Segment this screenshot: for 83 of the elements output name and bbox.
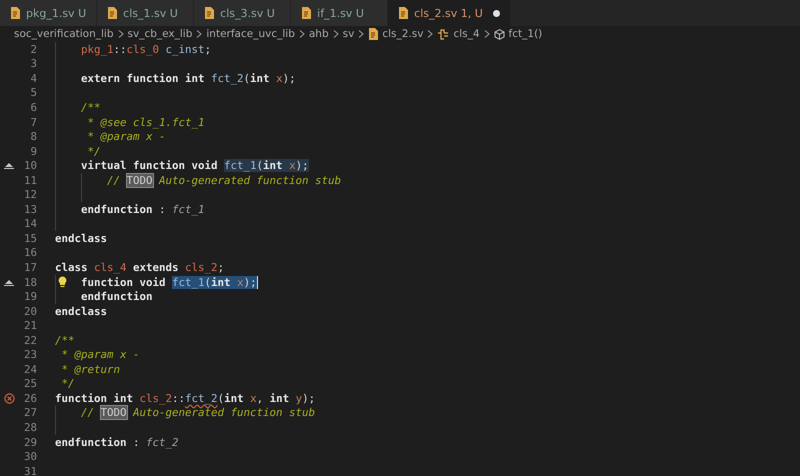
override-icon[interactable] <box>4 162 14 170</box>
code-line: * @param x - <box>60 347 140 362</box>
line-number: 26 <box>24 392 37 405</box>
code-line: endclass <box>55 304 108 318</box>
code-line: * @param x - <box>86 129 166 144</box>
breadcrumb-item[interactable]: cls_4 <box>453 28 480 40</box>
file-icon <box>368 28 378 40</box>
line-number: 30 <box>24 450 37 464</box>
file-icon <box>107 7 118 19</box>
code-line: endfunction : fct_1 <box>80 202 205 217</box>
code-line: endfunction : fct_2 <box>55 434 179 450</box>
line-number: 17 <box>24 260 37 274</box>
class-icon <box>437 28 450 40</box>
breadcrumb-item[interactable]: interface_uvc_lib <box>206 28 295 40</box>
line-number: 4 <box>30 72 37 85</box>
breadcrumb-item[interactable]: soc_verification_lib <box>14 28 114 40</box>
line-number: 21 <box>24 319 37 332</box>
chevron-right-icon <box>332 30 339 38</box>
line-number: 15 <box>24 232 37 245</box>
lightbulb-icon[interactable] <box>58 276 67 288</box>
editor-tab[interactable]: if_1.sv U <box>291 0 388 26</box>
code-line: */ <box>86 144 101 158</box>
file-icon <box>398 7 408 19</box>
chevron-right-icon <box>484 30 490 38</box>
code-line: function int cls_2::fct_2(int x, int y); <box>55 391 316 406</box>
file-icon <box>301 7 312 19</box>
line-number: 5 <box>30 86 37 100</box>
line-number: 25 <box>24 377 37 390</box>
line-number: 22 <box>24 334 37 347</box>
line-number: 19 <box>24 290 37 304</box>
line-number: 16 <box>24 246 37 260</box>
chevron-right-icon <box>118 30 124 38</box>
line-number: 10 <box>24 159 37 172</box>
code-line: extern function int fct_2(int x); <box>80 71 296 86</box>
code-line: function void fct_1(int x); <box>80 274 258 290</box>
file-icon <box>204 7 214 19</box>
line-number: 6 <box>30 100 37 114</box>
line-number: 7 <box>30 116 37 128</box>
line-number: 24 <box>24 362 37 376</box>
code-line: /** <box>80 100 101 115</box>
error-icon[interactable] <box>4 392 15 404</box>
line-number: 3 <box>30 57 37 70</box>
editor-tab[interactable]: pkg_1.sv U <box>0 0 98 26</box>
line-number: 28 <box>24 420 37 434</box>
line-number: 8 <box>30 130 37 144</box>
line-number: 18 <box>24 276 37 289</box>
line-number: 31 <box>24 464 37 476</box>
override-icon[interactable] <box>4 278 14 286</box>
line-number: 13 <box>24 202 37 216</box>
line-number: 12 <box>24 188 37 202</box>
editor-tab[interactable]: cls_2.sv 1, U <box>388 0 511 26</box>
line-number: 23 <box>24 348 37 362</box>
code-line: class cls_4 extends cls_2; <box>55 260 224 275</box>
line-number: 2 <box>30 42 37 56</box>
cube-icon <box>494 28 505 40</box>
code-line: */ <box>60 376 75 392</box>
chevron-right-icon <box>298 30 305 38</box>
breadcrumb-item[interactable]: sv <box>342 28 354 40</box>
editor-tab[interactable]: cls_3.sv U <box>194 0 292 26</box>
code-line: * @see cls_1.fct_1 <box>86 114 205 130</box>
code-line: pkg_1::cls_0 c_inst; <box>80 42 212 57</box>
chevron-right-icon <box>358 30 364 38</box>
editor-tab[interactable]: cls_1.sv U <box>97 0 194 26</box>
breadcrumb-item[interactable]: sv_cb_ex_lib <box>128 28 192 40</box>
line-number: 9 <box>30 144 37 158</box>
code-line: endfunction <box>80 289 153 304</box>
code-line: // TODO Auto-generated function stub <box>106 172 342 188</box>
line-number: 14 <box>24 217 37 230</box>
breadcrumb-item[interactable]: ahb <box>308 28 329 40</box>
line-number: 29 <box>24 436 37 449</box>
code-line: /** <box>55 332 75 348</box>
code-line: endclass <box>55 231 108 246</box>
breadcrumb-item[interactable]: fct_1() <box>508 28 542 40</box>
line-number: 27 <box>24 406 37 420</box>
line-number: 11 <box>24 174 37 187</box>
chevron-right-icon <box>196 30 202 38</box>
code-line: // TODO Auto-generated function stub <box>80 406 316 420</box>
line-number: 20 <box>24 304 37 318</box>
code-line: virtual function void fct_1(int x); <box>80 158 309 173</box>
breadcrumb-item[interactable]: cls_2.sv <box>382 28 424 40</box>
file-icon <box>10 7 20 19</box>
code-line: * @return <box>60 362 120 377</box>
chevron-right-icon <box>427 30 434 38</box>
